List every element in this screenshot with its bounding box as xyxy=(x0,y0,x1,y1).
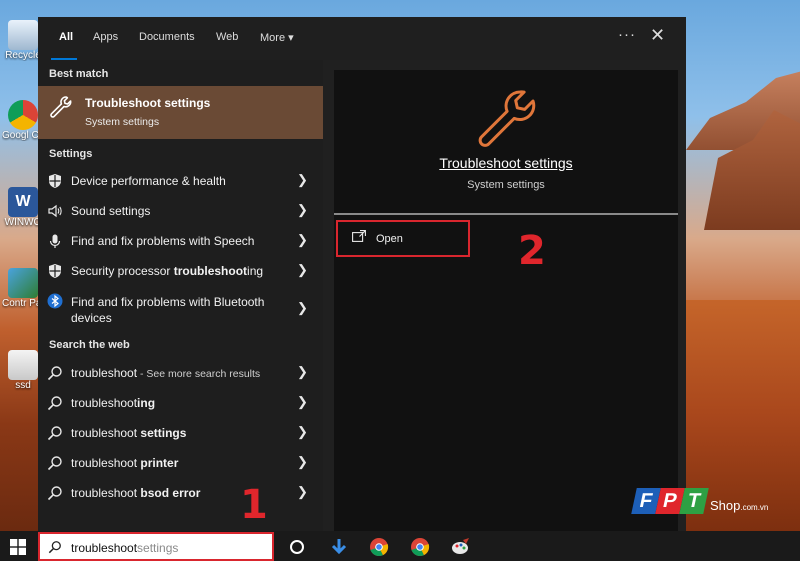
web-item-label: troubleshoot - See more search results xyxy=(71,366,261,380)
word-desktop-icon: W xyxy=(8,187,38,217)
preview-subtitle: System settings xyxy=(467,179,545,191)
more-options-icon[interactable]: ··· xyxy=(618,26,636,43)
web-item[interactable]: troubleshoot - See more search results ❯ xyxy=(38,358,323,388)
chevron-right-icon[interactable]: ❯ xyxy=(297,172,308,188)
settings-item-label: Sound settings xyxy=(71,204,151,218)
settings-item-label: Find and fix problems with Bluetooth devi… xyxy=(71,295,265,325)
chevron-right-icon[interactable]: ❯ xyxy=(297,262,308,278)
preview-title[interactable]: Troubleshoot settings xyxy=(334,155,678,171)
cortana-icon[interactable] xyxy=(287,537,307,557)
web-item-label: troubleshoot printer xyxy=(71,456,179,470)
close-icon[interactable]: ✕ xyxy=(650,25,665,46)
preview-pane: Troubleshoot settings System settings Op… xyxy=(334,70,678,531)
windows-start-icon[interactable] xyxy=(10,539,26,555)
preview-divider xyxy=(334,213,678,215)
wrench-icon xyxy=(50,96,72,118)
open-window-icon xyxy=(352,230,366,242)
search-web-header: Search the web xyxy=(49,339,130,351)
search-icon xyxy=(47,456,62,471)
chevron-right-icon[interactable]: ❯ xyxy=(297,394,308,410)
shield-icon xyxy=(49,264,61,278)
chrome-desktop-icon xyxy=(8,100,38,130)
chevron-right-icon[interactable]: ❯ xyxy=(297,484,308,500)
chevron-right-icon[interactable]: ❯ xyxy=(297,202,308,218)
bluetooth-icon xyxy=(47,293,63,309)
web-item[interactable]: troubleshoot printer ❯ xyxy=(38,448,323,478)
web-item-label: troubleshoot bsod error xyxy=(71,486,201,500)
wrench-icon xyxy=(478,90,536,147)
settings-item-device-performance[interactable]: Device performance & health ❯ xyxy=(38,166,323,196)
chevron-right-icon[interactable]: ❯ xyxy=(297,364,308,380)
web-item-label: troubleshooting xyxy=(71,396,156,410)
search-icon xyxy=(47,426,62,441)
search-icon xyxy=(48,541,61,554)
web-item[interactable]: troubleshoot bsod error ❯ xyxy=(38,478,323,508)
search-query-text: troubleshootsettings xyxy=(71,541,179,555)
tab-web[interactable]: Web xyxy=(216,31,238,43)
settings-header: Settings xyxy=(49,148,93,160)
chrome-icon[interactable] xyxy=(369,537,389,557)
ssd-desktop-icon xyxy=(8,350,38,380)
shield-icon xyxy=(49,174,61,188)
taskbar-search-input[interactable]: troubleshootsettings xyxy=(38,532,274,561)
settings-item-bluetooth[interactable]: Find and fix problems with Bluetooth devi… xyxy=(38,286,323,330)
chevron-right-icon[interactable]: ❯ xyxy=(297,454,308,470)
step-1-annotation: 1 xyxy=(240,482,268,528)
paint-icon[interactable] xyxy=(451,537,471,557)
download-icon[interactable] xyxy=(329,537,349,557)
settings-item-sound[interactable]: Sound settings ❯ xyxy=(38,196,323,226)
search-icon xyxy=(47,366,62,381)
tab-all[interactable]: All xyxy=(59,31,73,43)
web-item[interactable]: troubleshoot settings ❯ xyxy=(38,418,323,448)
chevron-right-icon[interactable]: ❯ xyxy=(297,424,308,440)
best-match-subtitle: System settings xyxy=(85,116,160,128)
settings-item-security-processor[interactable]: Security processor troubleshooting ❯ xyxy=(38,256,323,286)
web-item-label: troubleshoot settings xyxy=(71,426,187,440)
tab-apps[interactable]: Apps xyxy=(93,31,118,43)
best-match-item[interactable]: Troubleshoot settings System settings xyxy=(38,86,323,139)
open-label: Open xyxy=(376,233,403,245)
settings-item-speech[interactable]: Find and fix problems with Speech ❯ xyxy=(38,226,323,256)
settings-item-label: Device performance & health xyxy=(71,174,226,188)
recycle-bin-icon xyxy=(8,20,38,50)
search-icon xyxy=(47,396,62,411)
taskbar: troubleshootsettings xyxy=(0,531,800,561)
search-flyout: All Apps Documents Web More ▾ ··· ✕ Best… xyxy=(38,17,686,531)
logo-shop-text: Shop.com.vn xyxy=(710,498,769,513)
speaker-icon xyxy=(48,204,62,218)
web-item[interactable]: troubleshooting ❯ xyxy=(38,388,323,418)
open-button[interactable]: Open xyxy=(336,220,470,257)
microphone-icon xyxy=(49,234,61,248)
settings-item-label: Find and fix problems with Speech xyxy=(71,234,255,248)
tab-documents[interactable]: Documents xyxy=(139,31,195,43)
results-list: Best match Troubleshoot settings System … xyxy=(38,60,323,531)
chevron-right-icon[interactable]: ❯ xyxy=(297,300,308,316)
chevron-right-icon[interactable]: ❯ xyxy=(297,232,308,248)
tab-more[interactable]: More ▾ xyxy=(260,31,294,44)
best-match-header: Best match xyxy=(49,68,109,80)
search-tabs-bar: All Apps Documents Web More ▾ ··· ✕ xyxy=(38,17,686,60)
settings-item-label: Security processor troubleshooting xyxy=(71,264,264,278)
search-icon xyxy=(47,486,62,501)
control-panel-desktop-icon xyxy=(8,268,38,298)
step-2-annotation: 2 xyxy=(518,228,546,274)
chrome-icon[interactable] xyxy=(410,537,430,557)
best-match-title: Troubleshoot settings xyxy=(85,96,211,110)
